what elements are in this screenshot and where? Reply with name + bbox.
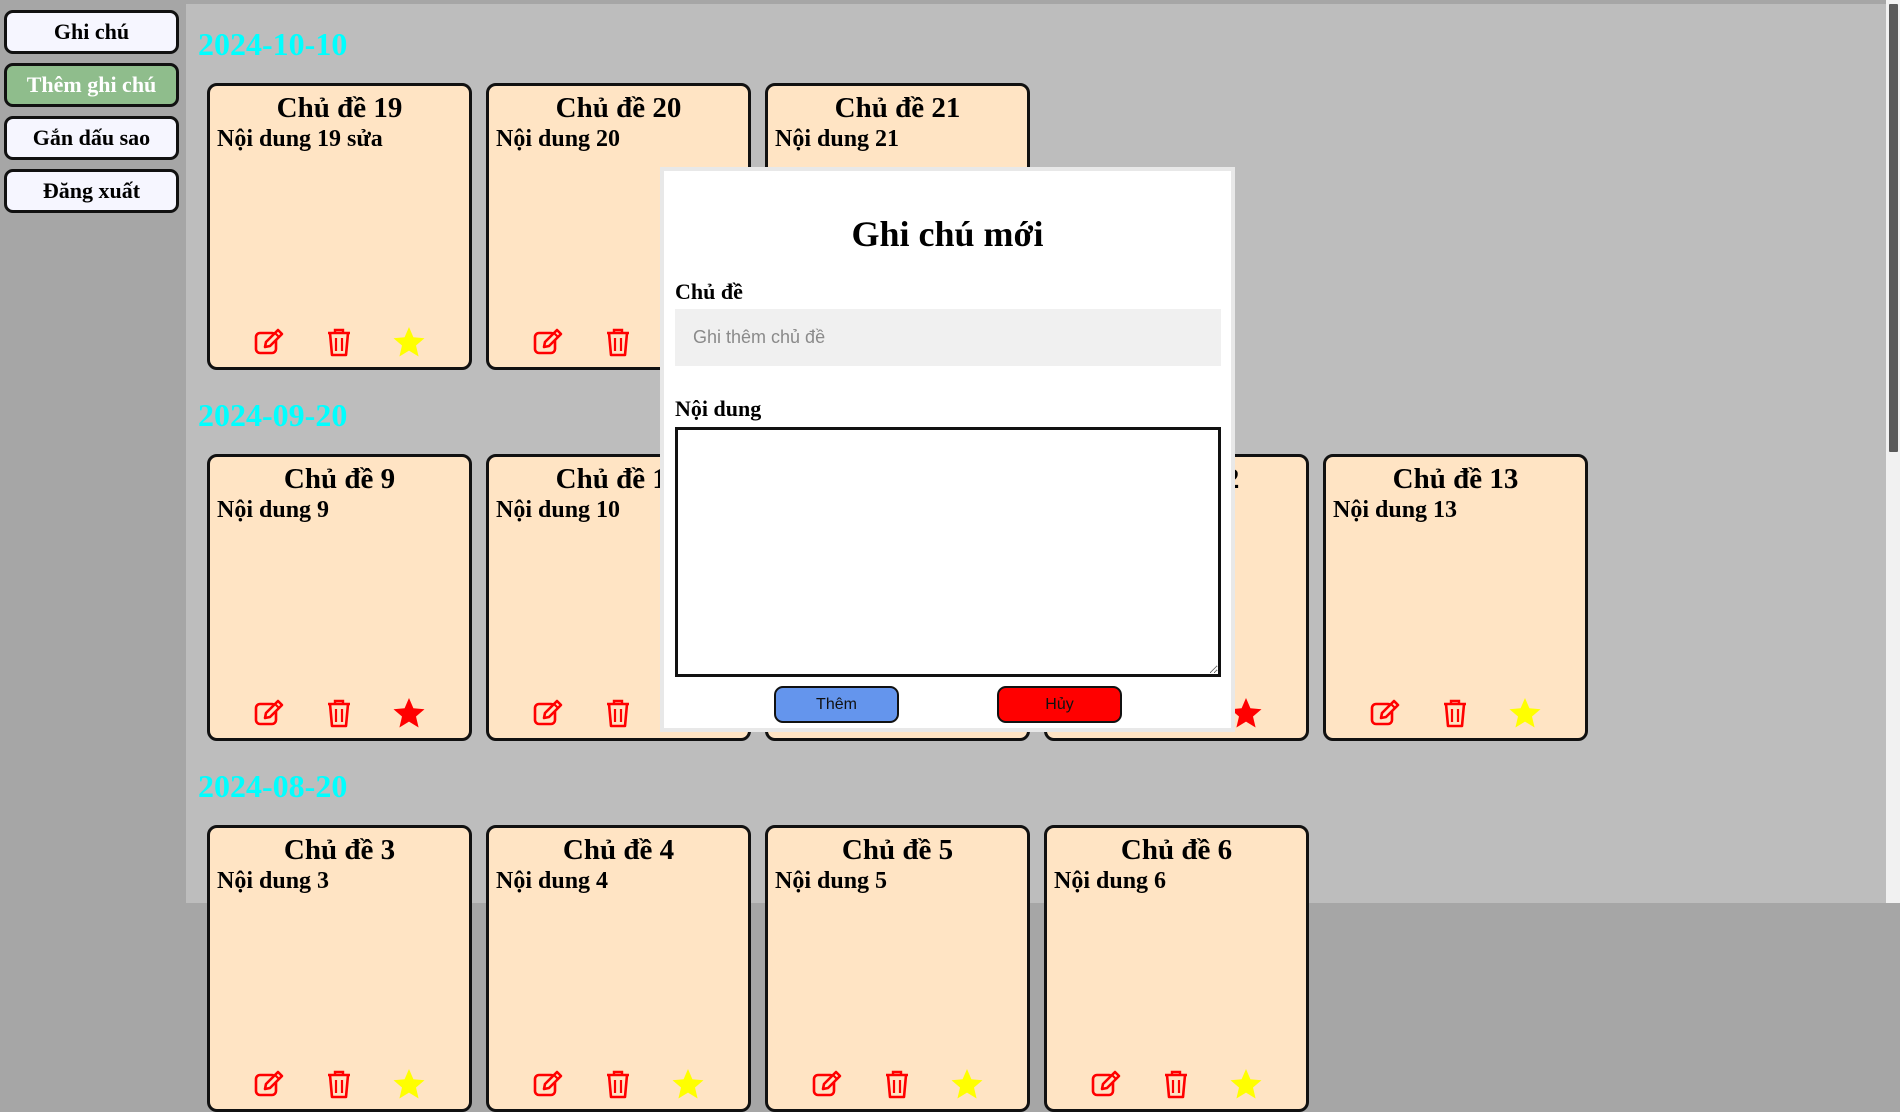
star-icon[interactable] (1508, 696, 1542, 730)
star-icon[interactable] (392, 1067, 426, 1101)
trash-icon[interactable] (322, 1067, 356, 1101)
edit-icon[interactable] (531, 696, 565, 730)
note-content: Nội dung 9 (217, 497, 330, 523)
sidebar: Ghi chú Thêm ghi chú Gắn dấu sao Đăng xu… (0, 0, 185, 903)
note-actions (1047, 1067, 1306, 1101)
content-textarea[interactable] (675, 427, 1221, 677)
star-icon[interactable] (950, 1067, 984, 1101)
note-card: Chủ đề 5 Nội dung 5 (765, 825, 1030, 1112)
note-content: Nội dung 5 (775, 868, 888, 894)
edit-icon[interactable] (252, 325, 286, 359)
trash-icon[interactable] (322, 325, 356, 359)
note-title: Chủ đề 4 (562, 834, 675, 866)
trash-icon[interactable] (322, 696, 356, 730)
trash-icon[interactable] (1438, 696, 1472, 730)
note-content: Nội dung 21 (775, 126, 900, 152)
scrollbar-thumb[interactable] (1889, 4, 1898, 452)
note-actions (768, 1067, 1027, 1101)
content-label: Nội dung (675, 396, 762, 421)
note-actions (210, 696, 469, 730)
edit-icon[interactable] (252, 696, 286, 730)
nav-add-note-button[interactable]: Thêm ghi chú (4, 63, 179, 107)
subject-label: Chủ đề (675, 279, 743, 304)
star-icon[interactable] (392, 696, 426, 730)
note-title: Chủ đề 13 (1392, 463, 1519, 495)
edit-icon[interactable] (531, 1067, 565, 1101)
trash-icon[interactable] (1159, 1067, 1193, 1101)
note-actions (489, 1067, 748, 1101)
edit-icon[interactable] (531, 325, 565, 359)
note-content: Nội dung 3 (217, 868, 330, 894)
note-card: Chủ đề 3 Nội dung 3 (207, 825, 472, 1112)
note-title: Chủ đề 3 (283, 834, 396, 866)
nav-notes-button[interactable]: Ghi chú (4, 10, 179, 54)
note-card: Chủ đề 13 Nội dung 13 (1323, 454, 1588, 741)
note-content: Nội dung 20 (496, 126, 621, 152)
dialog-title: Ghi chú mới (851, 214, 1044, 254)
note-content: Nội dung 13 (1333, 497, 1458, 523)
note-title: Chủ đề 19 (276, 92, 403, 124)
trash-icon[interactable] (601, 696, 635, 730)
note-actions (210, 325, 469, 359)
note-card: Chủ đề 19 Nội dung 19 sửa (207, 83, 472, 370)
nav-starred-button[interactable]: Gắn dấu sao (4, 116, 179, 160)
date-heading: 2024-10-10 (198, 26, 348, 62)
subject-input[interactable] (675, 309, 1221, 366)
edit-icon[interactable] (1089, 1067, 1123, 1101)
note-actions (210, 1067, 469, 1101)
note-content: Nội dung 19 sửa (217, 126, 383, 152)
edit-icon[interactable] (1368, 696, 1402, 730)
note-title: Chủ đề 5 (841, 834, 954, 866)
edit-icon[interactable] (810, 1067, 844, 1101)
note-title: Chủ đề 21 (834, 92, 961, 124)
star-icon[interactable] (392, 325, 426, 359)
nav-logout-button[interactable]: Đăng xuất (4, 169, 179, 213)
note-card: Chủ đề 9 Nội dung 9 (207, 454, 472, 741)
add-button[interactable]: Thêm (774, 686, 899, 723)
note-content: Nội dung 6 (1054, 868, 1167, 894)
edit-icon[interactable] (252, 1067, 286, 1101)
note-title: Chủ đề 20 (555, 92, 682, 124)
note-actions (1326, 696, 1585, 730)
new-note-dialog: Ghi chú mới Chủ đề Nội dung Thêm Hủy (660, 167, 1235, 732)
cancel-button[interactable]: Hủy (997, 686, 1122, 723)
date-heading: 2024-08-20 (198, 768, 348, 804)
date-heading: 2024-09-20 (198, 397, 348, 433)
trash-icon[interactable] (601, 1067, 635, 1101)
star-icon[interactable] (671, 1067, 705, 1101)
trash-icon[interactable] (601, 325, 635, 359)
note-content: Nội dung 4 (496, 868, 609, 894)
note-card: Chủ đề 6 Nội dung 6 (1044, 825, 1309, 1112)
note-card: Chủ đề 4 Nội dung 4 (486, 825, 751, 1112)
star-icon[interactable] (1229, 1067, 1263, 1101)
note-title: Chủ đề 6 (1120, 834, 1233, 866)
trash-icon[interactable] (880, 1067, 914, 1101)
note-title: Chủ đề 9 (283, 463, 396, 495)
